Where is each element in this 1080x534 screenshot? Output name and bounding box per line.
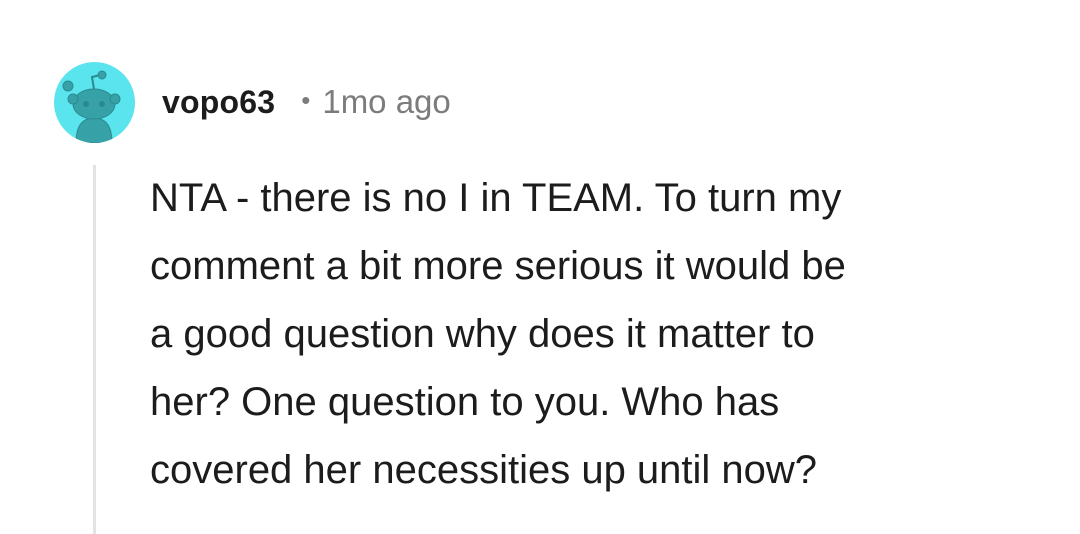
comment-body-line: comment a bit more serious it would be [150,244,846,288]
comment-author[interactable]: vopo63 [162,84,275,121]
comment-body-line: her? One question to you. Who has [150,380,780,424]
comment-body-line: NTA - there is no I in TEAM. To turn my [150,176,842,220]
reddit-snoo-avatar-icon[interactable] [54,62,135,143]
thread-collapse-line[interactable] [93,165,96,534]
comment-timestamp[interactable]: 1mo ago [322,83,450,121]
comment-header: vopo63 • 1mo ago [162,80,451,124]
comment-body: NTA - there is no I in TEAM. To turn my … [150,164,1050,504]
comment-body-line: covered her necessities up until now? [150,448,818,492]
meta-separator: • [301,84,311,115]
comment-body-line: a good question why does it matter to [150,312,815,356]
